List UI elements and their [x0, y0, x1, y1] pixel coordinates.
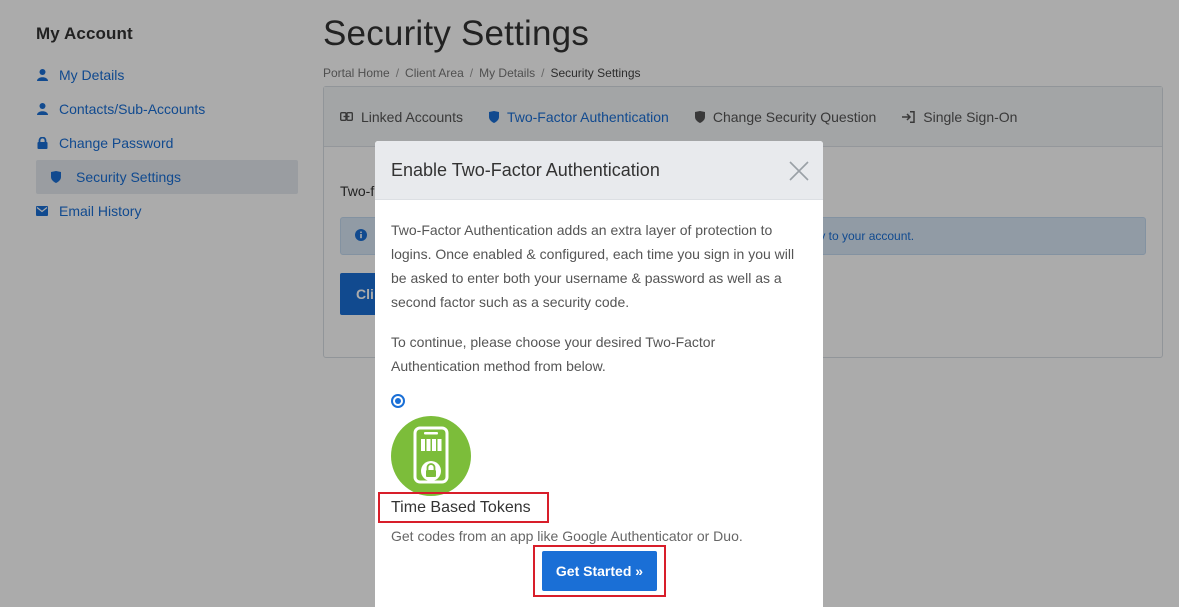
close-icon[interactable] — [787, 159, 811, 183]
method-title: Time Based Tokens — [391, 498, 531, 516]
method-description: Get codes from an app like Google Authen… — [391, 528, 743, 544]
modal-title: Enable Two-Factor Authentication — [391, 159, 660, 180]
radio-selected-dot — [395, 398, 401, 404]
phone-lock-icon — [391, 416, 471, 496]
get-started-highlight: Get Started » — [533, 545, 666, 597]
modal-header: Enable Two-Factor Authentication — [375, 141, 823, 200]
get-started-button[interactable]: Get Started » — [542, 551, 657, 591]
modal-body: Two-Factor Authentication adds an extra … — [375, 200, 823, 514]
method-title-highlight: Time Based Tokens — [378, 492, 549, 523]
modal-description: Two-Factor Authentication adds an extra … — [391, 222, 795, 310]
modal-instruction: To continue, please choose your desired … — [391, 334, 716, 374]
method-radio-time-based[interactable] — [391, 394, 405, 408]
